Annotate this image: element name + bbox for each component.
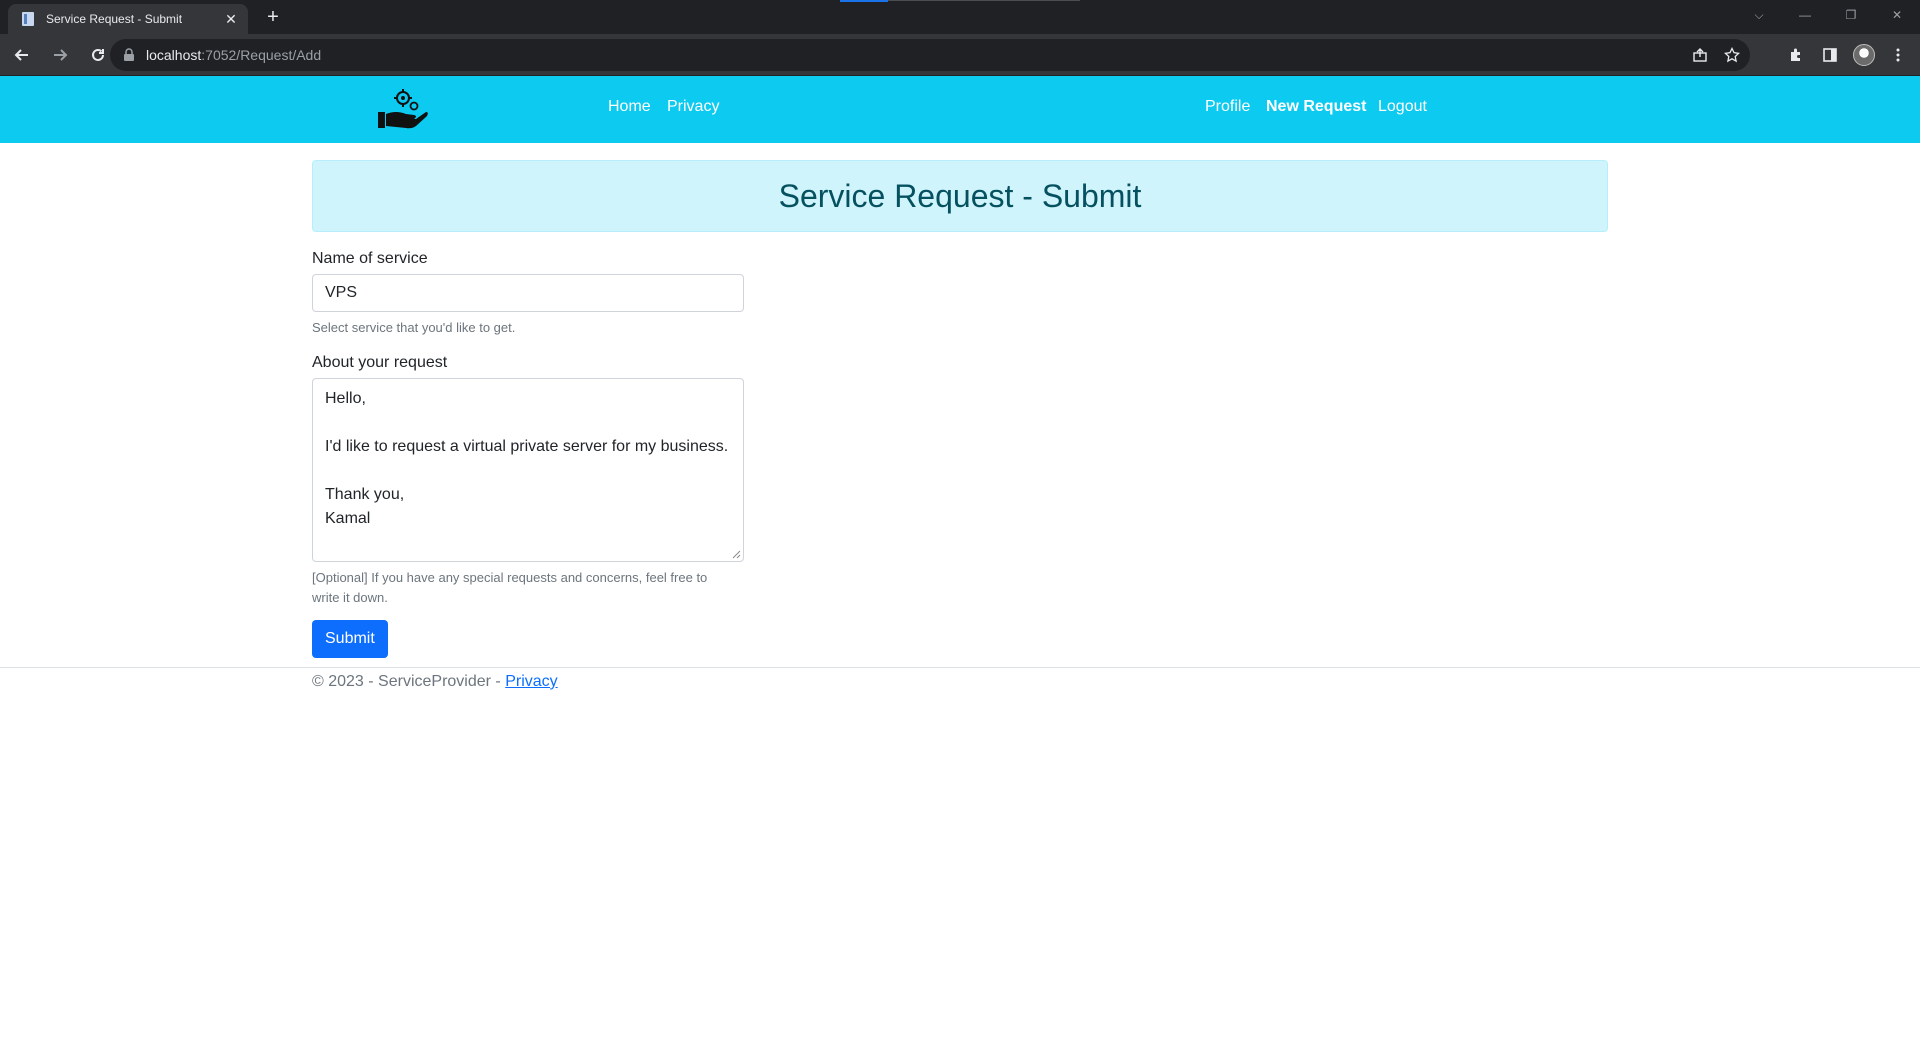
page-title-banner: Service Request - Submit — [312, 160, 1608, 232]
url-host: localhost — [146, 47, 202, 63]
textarea-line — [325, 459, 731, 483]
new-tab-button[interactable]: + — [262, 7, 284, 29]
footer-copyright: © 2023 - ServiceProvider - — [312, 673, 506, 690]
nav-logout-link[interactable]: Logout — [1378, 98, 1427, 116]
textarea-line: I'd like to request a virtual private se… — [325, 438, 729, 455]
side-panel-icon[interactable] — [1816, 41, 1844, 69]
tab-search-icon[interactable]: ⌵ — [1736, 0, 1782, 30]
close-window-icon[interactable]: ✕ — [1874, 0, 1920, 30]
submit-button[interactable]: Submit — [312, 620, 388, 658]
service-name-input[interactable]: VPS — [312, 274, 744, 312]
forward-button[interactable] — [44, 39, 76, 71]
lock-icon — [124, 48, 134, 61]
main-container: Service Request - Submit Name of service… — [312, 160, 1608, 658]
address-bar[interactable]: localhost:7052/Request/Add — [110, 39, 1750, 71]
minimize-icon[interactable]: — — [1782, 0, 1828, 30]
bookmark-star-icon[interactable] — [1720, 43, 1744, 67]
nav-new-request-link[interactable]: New Request — [1266, 98, 1366, 116]
page-title: Service Request - Submit — [778, 177, 1142, 214]
footer-privacy-link[interactable]: Privacy — [505, 673, 557, 690]
tabstrip-indicator — [840, 0, 888, 2]
service-name-label: Name of service — [312, 250, 428, 267]
restore-icon[interactable]: ❐ — [1828, 0, 1874, 30]
about-request-textarea[interactable]: Hello, I'd like to request a virtual pri… — [312, 378, 744, 562]
about-request-help: [Optional] If you have any special reque… — [312, 568, 744, 608]
extensions-puzzle-icon[interactable] — [1782, 41, 1810, 69]
textarea-line: Kamal — [325, 510, 371, 527]
about-request-label: About your request — [312, 354, 448, 371]
textarea-line: Thank you, — [325, 486, 405, 503]
footer: © 2023 - ServiceProvider - Privacy — [312, 670, 558, 694]
tabstrip-divider — [888, 0, 1080, 1]
request-form: Name of service VPS Select service that … — [312, 250, 744, 658]
browser-tab[interactable]: Service Request - Submit ✕ — [8, 4, 248, 34]
browser-menu-icon[interactable] — [1884, 41, 1912, 69]
avatar — [1853, 44, 1875, 66]
footer-divider — [0, 667, 1920, 668]
service-name-help: Select service that you'd like to get. — [312, 320, 516, 335]
back-arrow-icon — [14, 48, 28, 61]
browser-toolbar: localhost:7052/Request/Add — [0, 34, 1920, 76]
brand-logo-hand-gear-icon[interactable] — [376, 88, 428, 132]
share-icon[interactable] — [1688, 43, 1712, 67]
forward-arrow-icon — [54, 48, 68, 61]
textarea-line — [325, 411, 731, 435]
about-help-line-2: write it down. — [312, 590, 388, 605]
back-button[interactable] — [6, 39, 38, 71]
window-controls: ⌵ — ❐ ✕ — [1736, 0, 1920, 30]
browser-tabstrip: Service Request - Submit ✕ + ⌵ — ❐ ✕ — [0, 0, 1920, 34]
site-navbar: Home Privacy Profile New Request Logout — [0, 76, 1920, 143]
page-favicon-icon — [22, 12, 34, 26]
nav-privacy-link[interactable]: Privacy — [667, 98, 719, 116]
textarea-line: Hello, — [325, 390, 366, 407]
url-path: :7052/Request/Add — [201, 47, 322, 63]
web-page: Home Privacy Profile New Request Logout … — [0, 76, 1920, 1039]
service-name-value: VPS — [325, 284, 358, 301]
tab-close-icon[interactable]: ✕ — [222, 10, 240, 28]
tab-title: Service Request - Submit — [46, 12, 183, 26]
resize-grip-icon[interactable] — [731, 549, 741, 559]
profile-avatar[interactable] — [1850, 41, 1878, 69]
about-help-line-1: [Optional] If you have any special reque… — [312, 570, 708, 585]
nav-profile-link[interactable]: Profile — [1205, 98, 1250, 116]
nav-home-link[interactable]: Home — [608, 98, 651, 116]
reload-icon — [92, 48, 104, 61]
